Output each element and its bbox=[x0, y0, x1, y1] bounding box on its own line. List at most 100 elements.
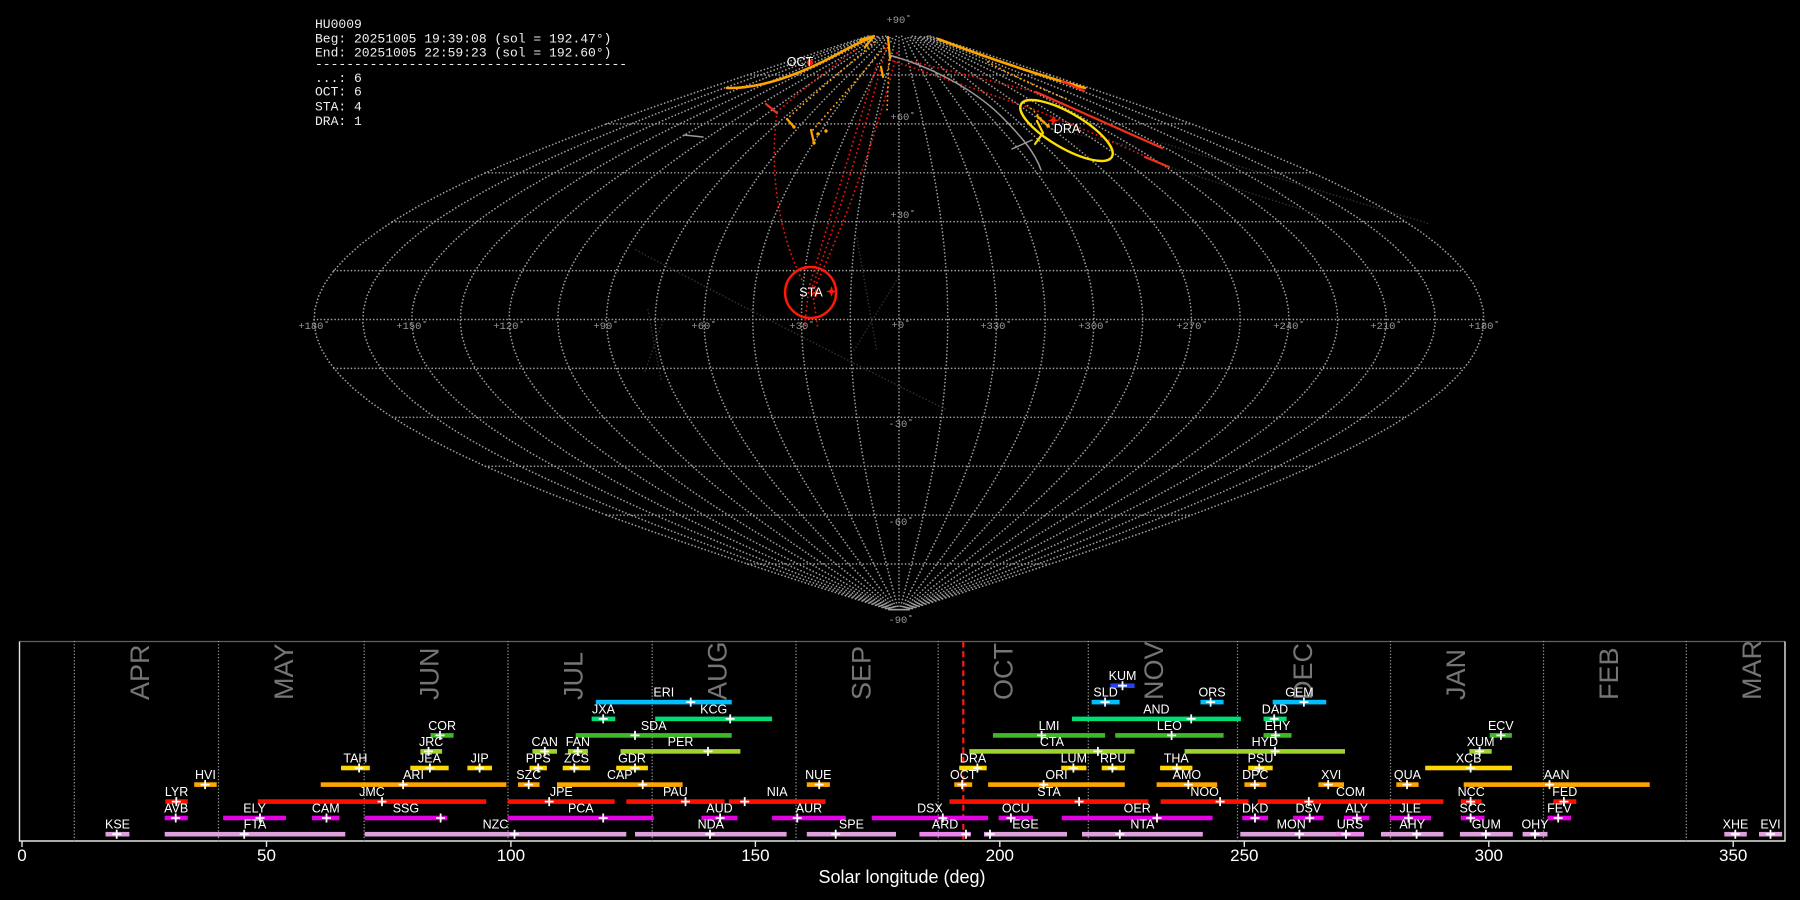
svg-text:DSX: DSX bbox=[917, 802, 943, 816]
svg-text:JIP: JIP bbox=[471, 752, 489, 766]
svg-text:PAU: PAU bbox=[663, 785, 688, 799]
svg-text:COM: COM bbox=[1336, 785, 1365, 799]
svg-text:+0˚: +0˚ bbox=[892, 319, 911, 332]
svg-text:OER: OER bbox=[1124, 802, 1151, 816]
svg-text:SCC: SCC bbox=[1459, 802, 1485, 816]
svg-text:KUM: KUM bbox=[1109, 669, 1137, 683]
svg-text:AHY: AHY bbox=[1399, 818, 1425, 832]
svg-text:HU0009: HU0009 bbox=[315, 17, 362, 32]
svg-text:+90˚: +90˚ bbox=[593, 320, 618, 333]
svg-text:+120˚: +120˚ bbox=[493, 320, 525, 333]
svg-text:AUR: AUR bbox=[796, 802, 822, 816]
svg-text:DPC: DPC bbox=[1242, 768, 1268, 782]
svg-text:OCT: OCT bbox=[950, 768, 977, 782]
svg-text:+270˚: +270˚ bbox=[1176, 320, 1208, 333]
svg-text:OCU: OCU bbox=[1002, 802, 1030, 816]
svg-text:LMI: LMI bbox=[1039, 719, 1060, 733]
svg-text:JLE: JLE bbox=[1400, 802, 1422, 816]
svg-text:NIA: NIA bbox=[767, 785, 789, 799]
svg-text:LUM: LUM bbox=[1061, 752, 1087, 766]
svg-text:FTA: FTA bbox=[244, 818, 267, 832]
svg-text:350: 350 bbox=[1719, 846, 1747, 865]
svg-text:ALY: ALY bbox=[1345, 802, 1368, 816]
svg-text:OCT: 6: OCT: 6 bbox=[315, 85, 362, 100]
svg-text:AAN: AAN bbox=[1544, 768, 1570, 782]
svg-text:CAP: CAP bbox=[607, 768, 633, 782]
svg-text:Solar longitude (deg): Solar longitude (deg) bbox=[818, 867, 985, 887]
svg-text:ECV: ECV bbox=[1488, 719, 1514, 733]
svg-text:-90˚: -90˚ bbox=[888, 614, 913, 627]
svg-text:STA: STA bbox=[1037, 785, 1061, 799]
svg-text:AND: AND bbox=[1143, 702, 1169, 716]
svg-text:AUG: AUG bbox=[703, 641, 733, 700]
svg-text:XCB: XCB bbox=[1456, 752, 1482, 766]
svg-text:TAH: TAH bbox=[343, 752, 367, 766]
svg-text:CAN: CAN bbox=[531, 735, 557, 749]
svg-text:NDA: NDA bbox=[698, 818, 725, 832]
svg-text:+150˚: +150˚ bbox=[396, 320, 428, 333]
svg-text:DAD: DAD bbox=[1262, 702, 1288, 716]
svg-text:MAY: MAY bbox=[269, 643, 299, 700]
svg-text:GDR: GDR bbox=[618, 752, 646, 766]
svg-text:GUM: GUM bbox=[1472, 818, 1501, 832]
svg-text:LYR: LYR bbox=[165, 785, 188, 799]
svg-text:RPU: RPU bbox=[1100, 752, 1126, 766]
svg-text:PSU: PSU bbox=[1248, 752, 1274, 766]
svg-text:DRA: 1: DRA: 1 bbox=[315, 114, 362, 129]
svg-text:APR: APR bbox=[125, 644, 155, 700]
svg-text:STA: 4: STA: 4 bbox=[315, 100, 362, 115]
svg-text:ARI: ARI bbox=[403, 768, 424, 782]
svg-text:+180˚: +180˚ bbox=[298, 320, 330, 333]
svg-text:HVI: HVI bbox=[195, 768, 216, 782]
svg-text:200: 200 bbox=[986, 846, 1014, 865]
svg-text:CTA: CTA bbox=[1040, 735, 1065, 749]
svg-text:MAR: MAR bbox=[1737, 640, 1767, 700]
svg-text:XVI: XVI bbox=[1321, 768, 1341, 782]
svg-text:+90˚: +90˚ bbox=[886, 14, 911, 27]
svg-text:EVI: EVI bbox=[1760, 818, 1780, 832]
svg-text:OHY: OHY bbox=[1521, 818, 1549, 832]
svg-text:EGE: EGE bbox=[1012, 818, 1038, 832]
svg-text:0: 0 bbox=[17, 846, 26, 865]
svg-text:DRA: DRA bbox=[960, 752, 987, 766]
svg-text:COR: COR bbox=[428, 719, 456, 733]
svg-text:JXA: JXA bbox=[592, 702, 616, 716]
svg-text:NTA: NTA bbox=[1130, 818, 1155, 832]
svg-text:DSV: DSV bbox=[1295, 802, 1321, 816]
svg-text:-60˚: -60˚ bbox=[888, 516, 913, 529]
svg-text:XHE: XHE bbox=[1723, 818, 1749, 832]
svg-text:JEA: JEA bbox=[418, 752, 442, 766]
svg-text:XUM: XUM bbox=[1467, 735, 1495, 749]
svg-text:+300˚: +300˚ bbox=[1078, 320, 1110, 333]
svg-text:ARD: ARD bbox=[932, 818, 958, 832]
svg-text:PPS: PPS bbox=[526, 752, 551, 766]
svg-text:STA: STA bbox=[799, 286, 823, 300]
svg-text:KSE: KSE bbox=[105, 818, 130, 832]
svg-text:JUN: JUN bbox=[415, 648, 445, 701]
svg-text:OCT: OCT bbox=[787, 55, 814, 69]
svg-text:PER: PER bbox=[668, 735, 694, 749]
svg-text:CAM: CAM bbox=[312, 802, 340, 816]
svg-text:+30˚: +30˚ bbox=[789, 320, 814, 333]
svg-text:URS: URS bbox=[1337, 818, 1363, 832]
svg-text:JUL: JUL bbox=[559, 652, 589, 700]
svg-text:+330˚: +330˚ bbox=[980, 320, 1012, 333]
svg-text:DRA: DRA bbox=[1054, 122, 1081, 136]
svg-text:SSG: SSG bbox=[393, 802, 419, 816]
svg-text:AUD: AUD bbox=[706, 802, 732, 816]
svg-text:+60˚: +60˚ bbox=[890, 111, 915, 124]
svg-text:HYD: HYD bbox=[1252, 735, 1278, 749]
svg-text:EHY: EHY bbox=[1265, 719, 1291, 733]
svg-text:SPE: SPE bbox=[839, 818, 864, 832]
svg-text:+210˚: +210˚ bbox=[1370, 320, 1402, 333]
svg-text:SDA: SDA bbox=[641, 719, 667, 733]
svg-text:SZC: SZC bbox=[516, 768, 541, 782]
svg-text:AMO: AMO bbox=[1173, 768, 1202, 782]
svg-text:JRC: JRC bbox=[419, 735, 443, 749]
svg-text:------------------------------: ---------------------------------------- bbox=[315, 57, 627, 72]
svg-text:+60˚: +60˚ bbox=[691, 320, 716, 333]
svg-text:JAN: JAN bbox=[1441, 649, 1471, 700]
svg-text:NCC: NCC bbox=[1458, 785, 1485, 799]
svg-text:-30˚: -30˚ bbox=[888, 418, 913, 431]
svg-text:NZC: NZC bbox=[483, 818, 509, 832]
